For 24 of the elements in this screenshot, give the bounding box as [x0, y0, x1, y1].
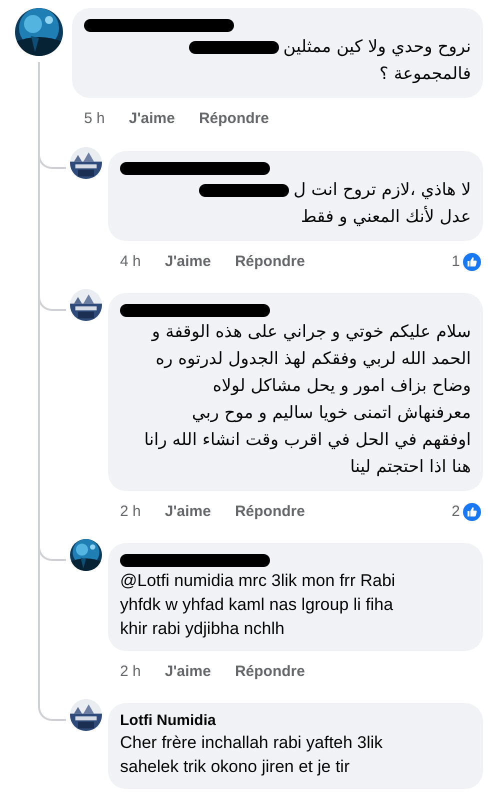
comment-text: سلام عليكم خوتي و جراني على هذه الوقفة و الحمد الله لربي وفقكم لهذ الجدول لدرتوه ره وضاح بزاف امور و يحل مشاكل لولاه معرفنهاش اتمنى خويا ساليم و موح ربي اوفقهم في الحل في اقرب وقت انشاء الله رانا هنا اذا احتجتم لينا: [143, 321, 471, 479]
comment-text: Cher frère inchallah rabi yafteh 3lik sahelek trik okono jiren et je tir: [120, 732, 384, 778]
comment-text: عدل لأنك المعني و فقط: [300, 207, 471, 227]
reaction-count[interactable]: 2: [452, 500, 460, 524]
author-name[interactable]: Lotfi Numidia: [120, 711, 471, 731]
comment-text: لا هاذي ،لازم تروح انت ل: [294, 180, 471, 200]
reply-link[interactable]: Répondre: [234, 500, 305, 524]
reply-link[interactable]: Répondre: [198, 108, 269, 130]
comment-text: نروح وحدي ولا كين ممثلين: [283, 37, 471, 57]
comment-text: فالمجموعة ؟: [379, 64, 471, 84]
timestamp[interactable]: 4 h: [120, 250, 141, 274]
like-icon: [463, 253, 481, 271]
timestamp[interactable]: 2 h: [120, 660, 141, 684]
like-icon: [463, 503, 481, 521]
reply-link[interactable]: Répondre: [234, 660, 305, 684]
like-link[interactable]: J'aime: [164, 500, 211, 524]
like-link[interactable]: J'aime: [164, 250, 211, 274]
timestamp[interactable]: 5 h: [84, 108, 105, 130]
like-link[interactable]: J'aime: [164, 660, 211, 684]
comment-text: @Lotfi numidia mrc 3lik mon frr Rabi yhfdk w yhfad kaml nas lgroup li fiha khir rabi ydjibha nchlh: [120, 570, 396, 640]
timestamp[interactable]: 2 h: [120, 500, 141, 524]
reaction-count[interactable]: 1: [452, 250, 460, 274]
reply-link[interactable]: Répondre: [234, 250, 305, 274]
like-link[interactable]: J'aime: [128, 108, 175, 130]
